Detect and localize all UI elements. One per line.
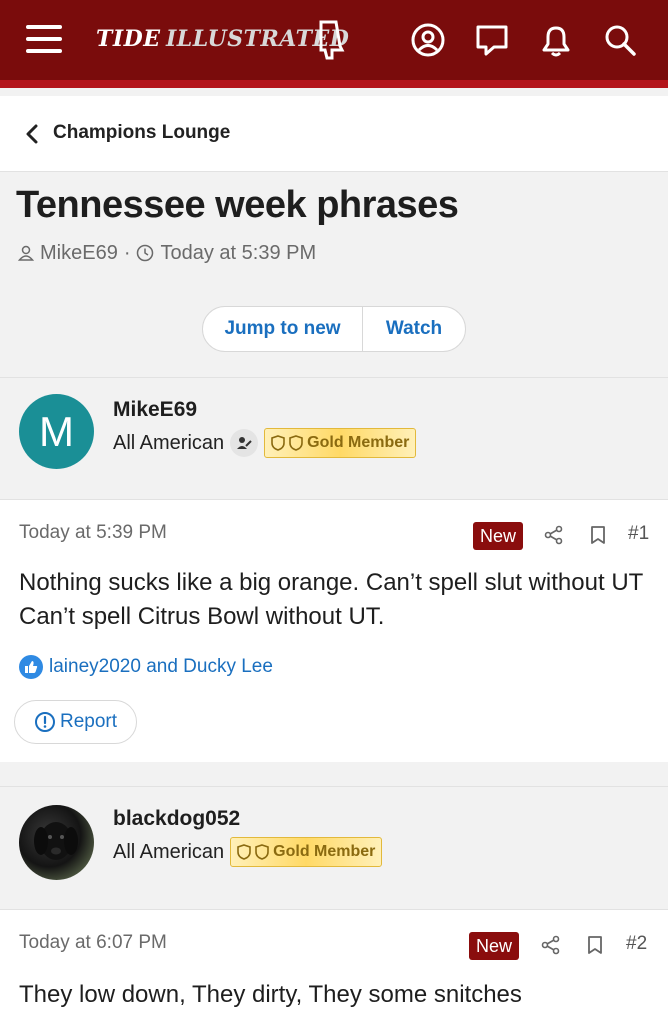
thread-time[interactable]: Today at 5:39 PM xyxy=(160,242,316,265)
user-title: All American xyxy=(113,840,225,863)
thread-author[interactable]: MikeE69 xyxy=(40,242,118,265)
thread-actions: Jump to new Watch xyxy=(202,306,466,352)
chevron-left-icon[interactable] xyxy=(24,123,40,145)
share-icon[interactable] xyxy=(543,524,565,546)
report-button[interactable]: Report xyxy=(14,700,137,744)
share-icon[interactable] xyxy=(540,934,562,956)
site-logo[interactable]: TIDE ILLUSTRATED xyxy=(96,20,356,60)
logo-text-tide: TIDE xyxy=(96,26,161,52)
clock-icon xyxy=(137,244,154,262)
search-icon[interactable] xyxy=(602,22,638,58)
user-role-icon xyxy=(230,429,259,457)
watch-button[interactable]: Watch xyxy=(363,307,465,351)
avatar[interactable]: M xyxy=(19,394,94,469)
post-body: They low down, They dirty, They some sni… xyxy=(19,981,522,1008)
menu-icon[interactable] xyxy=(26,25,62,55)
badge-label: Gold Member xyxy=(273,843,376,860)
jump-to-new-button[interactable]: Jump to new xyxy=(203,307,363,351)
top-header: TIDE ILLUSTRATED xyxy=(0,0,668,88)
user-title-row: All American Gold Member xyxy=(113,837,383,867)
alert-circle-icon xyxy=(34,712,55,732)
meta-separator: · xyxy=(123,241,131,264)
post-user-header: blackdog052 All American Gold Member xyxy=(0,786,668,908)
alabama-map-icon xyxy=(319,20,345,60)
shield-icon xyxy=(271,435,285,451)
post-message: Today at 6:07 PM New #2 They low down, T… xyxy=(0,909,668,1024)
bookmark-icon[interactable] xyxy=(584,934,606,956)
user-title-row: All American Gold Member xyxy=(113,428,417,458)
post-time[interactable]: Today at 5:39 PM xyxy=(19,522,167,544)
shield-icon xyxy=(255,844,269,860)
avatar[interactable] xyxy=(19,805,94,880)
post-message: Today at 5:39 PM New #1 Nothing sucks li… xyxy=(0,499,668,762)
gold-member-badge: Gold Member xyxy=(230,837,383,867)
reactions-bar[interactable]: lainey2020 and Ducky Lee xyxy=(19,654,273,680)
breadcrumb-link[interactable]: Champions Lounge xyxy=(53,122,230,144)
username[interactable]: blackdog052 xyxy=(113,807,240,831)
report-label: Report xyxy=(59,711,118,732)
messages-icon[interactable] xyxy=(474,22,510,58)
dog-photo-icon xyxy=(34,822,78,860)
bookmark-icon[interactable] xyxy=(587,524,609,546)
page-title: Tennessee week phrases xyxy=(16,184,459,226)
shield-icon xyxy=(237,844,251,860)
gold-member-badge: Gold Member xyxy=(264,428,417,458)
thumbs-up-icon xyxy=(19,655,43,679)
shield-icon xyxy=(289,435,303,451)
user-title: All American xyxy=(113,431,225,454)
post-body: Nothing sucks like a big orange. Can’t s… xyxy=(19,569,643,630)
username[interactable]: MikeE69 xyxy=(113,398,197,422)
post-number[interactable]: #2 xyxy=(626,933,647,955)
post-user-header: M MikeE69 All American Gold Member xyxy=(0,377,668,499)
post-time[interactable]: Today at 6:07 PM xyxy=(19,932,167,954)
user-icon xyxy=(18,245,34,261)
badge-label: Gold Member xyxy=(307,434,410,451)
reaction-users[interactable]: lainey2020 and Ducky Lee xyxy=(49,656,273,678)
post-number[interactable]: #1 xyxy=(628,523,649,545)
thread-meta: MikeE69 · Today at 5:39 PM xyxy=(18,241,316,265)
new-badge: New xyxy=(473,522,524,550)
alerts-icon[interactable] xyxy=(538,22,574,58)
account-icon[interactable] xyxy=(410,22,446,58)
breadcrumb: Champions Lounge xyxy=(0,96,668,172)
new-badge: New xyxy=(469,932,520,960)
